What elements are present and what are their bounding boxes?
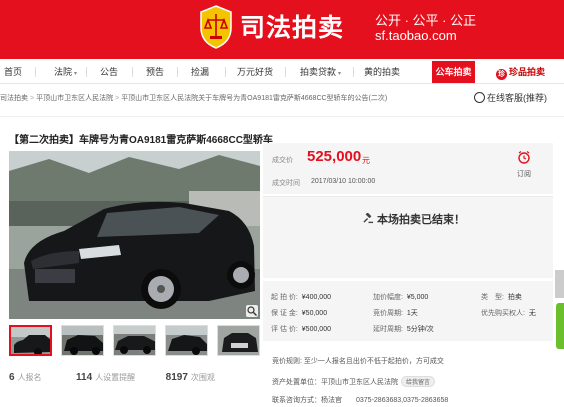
nav-item-preview[interactable]: 预告 <box>146 65 164 78</box>
nav-item-auction-loans[interactable]: 拍卖贷款 ▾ <box>300 65 341 78</box>
deposit-field: 保 证 金: ¥50,000 <box>271 310 328 317</box>
deal-time-label: 成交时间 <box>272 180 300 187</box>
leave-message-button[interactable]: 给我留言 <box>401 376 436 387</box>
brand-domain: sf.taobao.com <box>375 28 457 43</box>
disposer-value[interactable]: 平顶山市卫东区人民法院 <box>321 379 398 386</box>
brand-slogan: 公开 · 公平 · 公正 <box>375 13 477 28</box>
cycle-field: 竞价周期: 1天 <box>373 310 418 317</box>
deal-time-value: 2017/03/10 10:00:00 <box>311 178 376 185</box>
breadcrumb-item-court[interactable]: 平顶山市卫东区人民法院 <box>36 95 113 102</box>
cycle-value: 1天 <box>406 310 418 317</box>
subscribe-button[interactable]: 订阅 <box>500 150 548 179</box>
type-value: 拍卖 <box>507 294 522 301</box>
bidding-rule: 竞价规则: 至少一人报名且出价不低于起拍价，方可成交 <box>272 356 444 366</box>
main-nav: 首页 法院 ▾ 公告 预告 捡漏 万元好货 拍卖贷款 ▾ 黄的拍卖 公车拍卖 珍珍品… <box>0 59 564 84</box>
delay-field: 延时周期: 5分钟/次 <box>373 326 434 333</box>
brand-title: 司法拍卖 <box>240 14 345 42</box>
nav-divider <box>353 67 354 77</box>
breadcrumb-separator: > <box>30 95 35 102</box>
contact-person: 杨法官 <box>321 397 342 404</box>
nav-item-courts[interactable]: 法院 ▾ <box>54 65 77 78</box>
start-price-field: 起 拍 价: ¥400,000 <box>271 294 331 301</box>
lot-title: 【第二次拍卖】车牌号为青OA9181雷克萨斯4668CC型轿车 <box>9 135 273 146</box>
breadcrumb-item-current: 平顶山市卫东区人民法院关于车牌号为青OA9181雷克萨斯4668CC型轿车的公告… <box>121 95 388 102</box>
photo-thumbnail[interactable] <box>9 325 52 356</box>
nav-item-home[interactable]: 首页 <box>4 65 22 78</box>
bidding-rule-text: 至少一人报名且出价不低于起拍价，方可成交 <box>303 358 444 365</box>
nav-item-treasure-auction[interactable]: 珍珍品拍卖 <box>496 65 545 80</box>
treasure-icon: 珍 <box>496 69 507 80</box>
disposer-label: 资产处置单位： <box>272 379 321 386</box>
signup-label: 人报名 <box>17 373 42 382</box>
start-price-value: ¥400,000 <box>301 294 331 301</box>
delay-value: 5分钟/次 <box>406 326 434 333</box>
nav-divider <box>132 67 133 77</box>
side-ad-thumbnail[interactable] <box>555 270 564 298</box>
nav-divider <box>86 67 87 77</box>
nav-item-gold-auction[interactable]: 黄的拍卖 <box>364 65 400 78</box>
nav-divider <box>177 67 178 77</box>
bidding-rule-label: 竞价规则: <box>272 358 302 365</box>
nav-divider <box>225 67 226 77</box>
court-emblem-icon <box>200 5 232 49</box>
photo-thumbnail[interactable] <box>217 325 260 356</box>
breadcrumb: 司法拍卖 > 平顶山市卫东区人民法院 > 平顶山市卫东区人民法院关于车牌号为青OA918… <box>0 93 387 103</box>
deal-price-value: 525,000 <box>307 148 362 165</box>
headset-icon <box>474 92 485 103</box>
contact-row: 联系咨询方式：杨法官 0375-2863683,0375-2863658 <box>272 395 448 405</box>
nav-item-bargains[interactable]: 捡漏 <box>191 65 209 78</box>
photo-thumbnail[interactable] <box>113 325 156 356</box>
feedback-side-button[interactable] <box>556 303 564 349</box>
reminder-label: 人设置提醒 <box>95 373 136 382</box>
contact-label: 联系咨询方式： <box>272 397 321 404</box>
increment-field: 加价幅度: ¥5,000 <box>373 294 429 301</box>
gavel-icon <box>363 213 374 224</box>
breadcrumb-item-home[interactable]: 司法拍卖 <box>0 95 28 102</box>
signup-count: 6 <box>9 372 15 383</box>
auction-status-panel: 本场拍卖已结束！ <box>263 196 553 278</box>
assessment-value: ¥500,000 <box>301 326 331 333</box>
section-divider <box>0 116 564 117</box>
contact-phone: 0375-2863683,0375-2863658 <box>356 397 449 404</box>
auction-terms-panel: 起 拍 价: ¥400,000 加价幅度: ¥5,000 类 型: 拍卖 保 证… <box>263 281 553 341</box>
deal-price-label: 成交价 <box>272 157 293 164</box>
deposit-value: ¥50,000 <box>301 310 328 317</box>
increment-value: ¥5,000 <box>406 294 429 301</box>
photo-thumbnail[interactable] <box>165 325 208 356</box>
breadcrumb-separator: > <box>115 95 120 102</box>
car-image <box>9 151 260 319</box>
nav-item-notices[interactable]: 公告 <box>100 65 118 78</box>
view-count: 8197 <box>165 372 188 383</box>
photo-thumbnail[interactable] <box>61 325 104 356</box>
nav-item-car-auction[interactable]: 公车拍卖 <box>432 61 475 83</box>
deal-price-unit: 元 <box>362 156 370 165</box>
online-service-label: 在线客服(推荐) <box>487 93 547 103</box>
reminder-count: 114 <box>76 372 93 383</box>
disposer-row: 资产处置单位：平顶山市卫东区人民法院 给我留言 <box>272 376 436 387</box>
nav-item-10k-goods[interactable]: 万元好货 <box>237 65 273 78</box>
subscribe-label: 订阅 <box>517 171 531 178</box>
view-label: 次围观 <box>190 373 215 382</box>
type-field: 类 型: 拍卖 <box>481 294 522 301</box>
chevron-down-icon: ▾ <box>338 71 342 77</box>
alarm-clock-icon <box>518 151 530 164</box>
chevron-down-icon: ▾ <box>74 71 78 77</box>
header-banner: 司法拍卖 公开 · 公平 · 公正 sf.taobao.com <box>0 0 564 59</box>
nav-divider <box>285 67 286 77</box>
auction-ended-message: 本场拍卖已结束！ <box>363 211 465 227</box>
zoom-icon[interactable] <box>246 305 258 317</box>
lot-stats: 6 人报名 114 人设置提醒 8197 次围观 <box>9 372 215 383</box>
online-service-link[interactable]: 在线客服(推荐) <box>474 91 547 104</box>
nav-divider <box>35 67 36 77</box>
main-car-photo[interactable] <box>9 151 260 319</box>
priority-buyer-field: 优先购买权人: 无 <box>481 310 536 317</box>
priority-buyer-value: 无 <box>528 310 536 317</box>
assessment-field: 评 估 价: ¥500,000 <box>271 326 331 333</box>
